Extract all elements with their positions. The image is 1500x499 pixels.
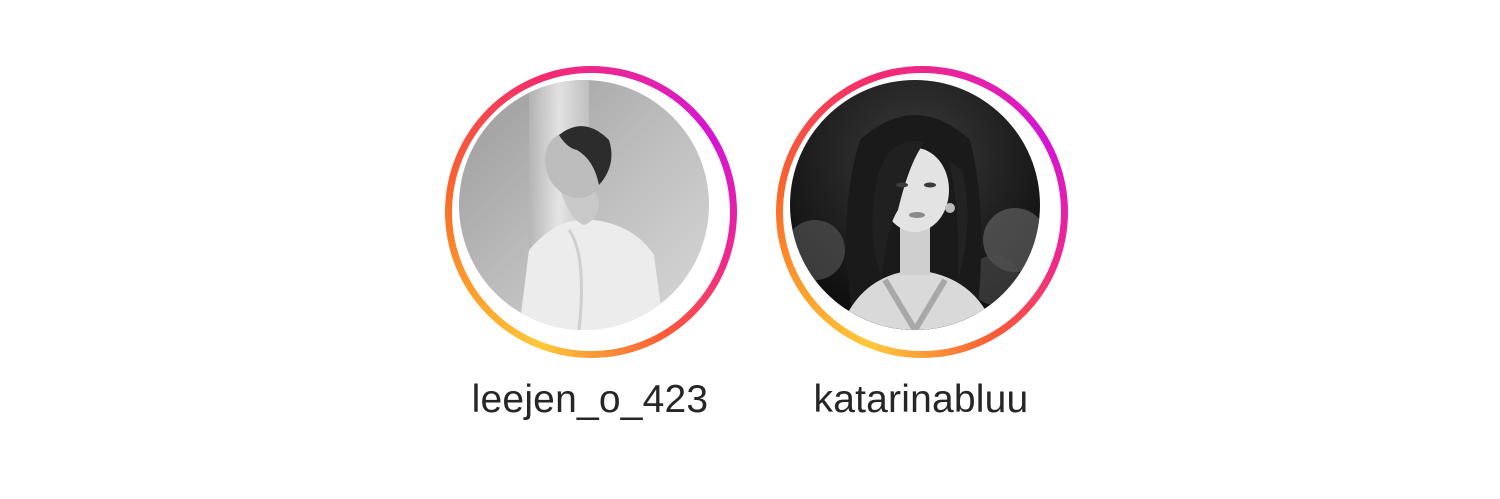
username-label[interactable]: leejen_o_423	[440, 378, 740, 422]
stories-tray: leejen_o_423 katarinabluu	[0, 0, 1500, 499]
story-ring[interactable]	[445, 66, 737, 358]
avatar[interactable]	[459, 80, 709, 330]
username-label[interactable]: katarinabluu	[771, 378, 1071, 422]
story-ring[interactable]	[776, 66, 1068, 358]
profile-photo-icon	[459, 80, 709, 330]
avatar[interactable]	[790, 80, 1040, 330]
profile-photo-icon	[790, 80, 1040, 330]
